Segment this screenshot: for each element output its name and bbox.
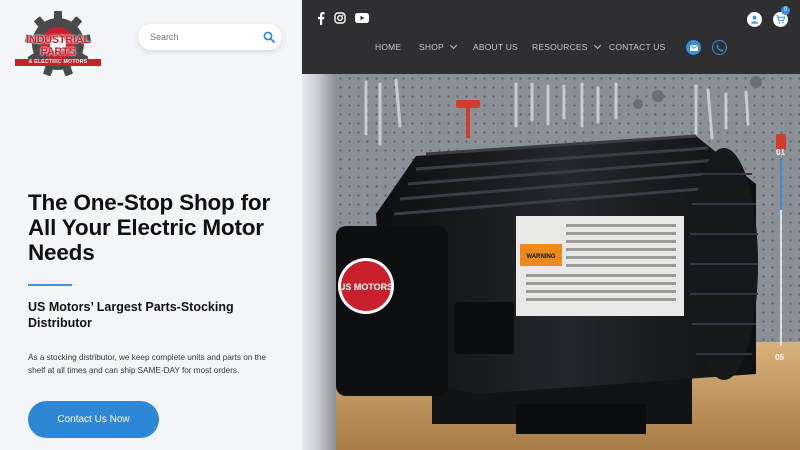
chevron-down-icon	[449, 41, 457, 50]
hero-motor-image: US MOTORS WARNING	[336, 74, 800, 450]
nav-home[interactable]: HOME	[375, 42, 401, 54]
search-icon[interactable]	[263, 31, 275, 43]
envelope-icon	[689, 44, 698, 51]
top-navigation-bar: HOME SHOP ABOUT US RESOURCES CONTACT US …	[302, 0, 800, 74]
facebook-icon[interactable]	[314, 11, 328, 25]
chevron-down-icon	[593, 41, 601, 50]
phone-button[interactable]	[712, 40, 727, 55]
hero-image-edge	[302, 74, 336, 450]
cart-icon	[776, 15, 785, 24]
motor-brand-logo: US MOTORS	[339, 282, 393, 292]
phone-icon	[715, 44, 723, 52]
nav-resources[interactable]: RESOURCES	[532, 41, 601, 54]
slide-progress-fill	[780, 160, 782, 211]
nav-contact-us[interactable]: CONTACT US	[609, 42, 665, 54]
slide-end-label: 05	[775, 353, 784, 362]
cart-count-badge: 0	[781, 6, 790, 15]
search-input[interactable]	[150, 24, 260, 50]
brand-name: INDUSTRIAL PARTS	[26, 34, 90, 58]
nav-about-us[interactable]: ABOUT US	[473, 42, 518, 54]
slide-start-label: 01	[776, 148, 785, 157]
headline-divider	[28, 284, 72, 286]
hero-subhead: US Motors’ Largest Parts-Stocking Distri…	[28, 300, 234, 330]
account-button[interactable]	[747, 12, 762, 27]
warning-label: WARNING	[527, 254, 556, 260]
brand-tagline: & ELECTRIC MOTORS	[15, 59, 101, 66]
email-button[interactable]	[686, 40, 701, 55]
youtube-icon[interactable]	[354, 11, 370, 25]
hero-left-panel: INDUSTRIAL PARTS & ELECTRIC MOTORS The O…	[0, 0, 302, 450]
hero-body-text: As a stocking distributor, we keep compl…	[28, 353, 267, 375]
nav-shop[interactable]: SHOP	[419, 41, 457, 54]
instagram-icon[interactable]	[333, 11, 347, 25]
user-icon	[751, 15, 758, 24]
brand-logo[interactable]: INDUSTRIAL PARTS & ELECTRIC MOTORS	[12, 10, 104, 76]
hero-headline: The One-Stop Shop for All Your Electric …	[28, 190, 271, 265]
contact-us-button[interactable]: Contact Us Now	[28, 401, 159, 438]
search-box	[138, 24, 282, 50]
